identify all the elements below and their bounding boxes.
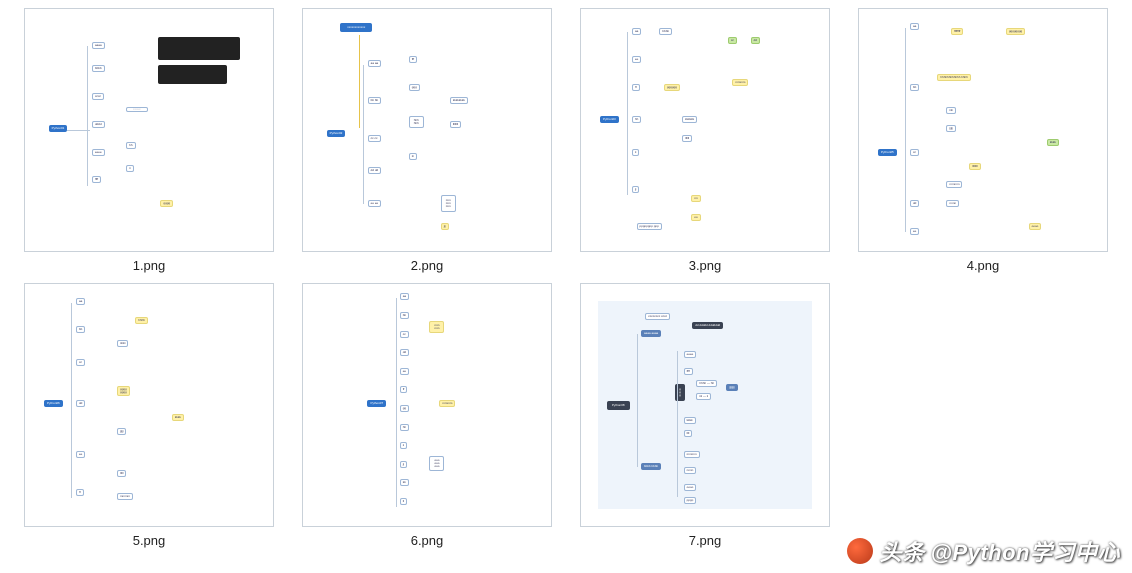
thumbnail-cell: Python06 aa bb cc dd ee ff gggggggg hhhh… <box>20 283 278 548</box>
thumbnail-grid: Python01 aaaa bbbb cccc dddd eeee ffff g… <box>0 0 1132 558</box>
thumbnail-filename[interactable]: 4.png <box>967 258 1000 273</box>
mindmap-preview: Python03 aa bbbb cc dd ee ff gggggg hh i… <box>591 14 819 246</box>
mindmap-root: Python05 <box>878 149 897 156</box>
thumbnail-cell: xxxxxxxxxxxx Python02 aa aa bb bb cc cc … <box>298 8 556 273</box>
mindmap-root: Python03 <box>600 116 619 123</box>
mindmap-root: Python02 <box>327 130 346 137</box>
thumbnail-filename[interactable]: 5.png <box>133 533 166 548</box>
mindmap-preview: Python05 aa bb cc dd ee ffffffff ggggggg… <box>869 14 1097 246</box>
thumbnail-filename[interactable]: 1.png <box>133 258 166 273</box>
watermark-logo-icon <box>847 538 873 564</box>
thumbnail-filename[interactable]: 3.png <box>689 258 722 273</box>
thumbnail-filename[interactable]: 6.png <box>411 533 444 548</box>
mindmap-root: Python01 <box>49 125 68 132</box>
mindmap-preview: Python08 aaaa aaaa bbbb bbbb cccccccc cc… <box>598 301 811 509</box>
thumbnail-filename[interactable]: 2.png <box>411 258 444 273</box>
mindmap-preview: xxxxxxxxxxxx Python02 aa aa bb bb cc cc … <box>313 14 541 246</box>
thumbnail-image[interactable]: Python06 aa bb cc dd ee ff gggggggg hhhh… <box>24 283 274 527</box>
thumbnail-cell: Python07 aa bb cc dd ee ff gg hh ii jj k… <box>298 283 556 548</box>
thumbnail-image[interactable]: xxxxxxxxxxxx Python02 aa aa bb bb cc cc … <box>302 8 552 252</box>
thumbnail-cell: Python05 aa bb cc dd ee ffffffff ggggggg… <box>854 8 1112 273</box>
mindmap-root: Python08 <box>607 401 630 410</box>
thumbnail-cell: Python03 aa bbbb cc dd ee ff gggggg hh i… <box>576 8 834 273</box>
watermark-prefix: 头条 <box>879 535 924 567</box>
thumbnail-image[interactable]: Python07 aa bb cc dd ee ff gg hh ii jj k… <box>302 283 552 527</box>
thumbnail-image[interactable]: Python08 aaaa aaaa bbbb bbbb cccccccc cc… <box>580 283 830 527</box>
mindmap-preview: Python06 aa bb cc dd ee ff gggggggg hhhh… <box>35 289 263 521</box>
watermark-handle: @Python学习中心 <box>930 535 1120 567</box>
mindmap-root: Python06 <box>44 400 63 407</box>
thumbnail-filename[interactable]: 7.png <box>689 533 722 548</box>
thumbnail-image[interactable]: Python05 aa bb cc dd ee ffffffff ggggggg… <box>858 8 1108 252</box>
mindmap-preview: Python07 aa bb cc dd ee ff gg hh ii jj k… <box>365 289 489 521</box>
thumbnail-image[interactable]: Python01 aaaa bbbb cccc dddd eeee ffff g… <box>24 8 274 252</box>
thumbnail-image[interactable]: Python03 aa bbbb cc dd ee ff gggggg hh i… <box>580 8 830 252</box>
watermark: 头条 @Python学习中心 <box>847 535 1120 567</box>
thumbnail-cell: Python01 aaaa bbbb cccc dddd eeee ffff g… <box>20 8 278 273</box>
thumbnail-cell: Python08 aaaa aaaa bbbb bbbb cccccccc cc… <box>576 283 834 548</box>
mindmap-root: Python07 <box>367 400 386 407</box>
mindmap-preview: Python01 aaaa bbbb cccc dddd eeee ffff g… <box>35 14 263 246</box>
